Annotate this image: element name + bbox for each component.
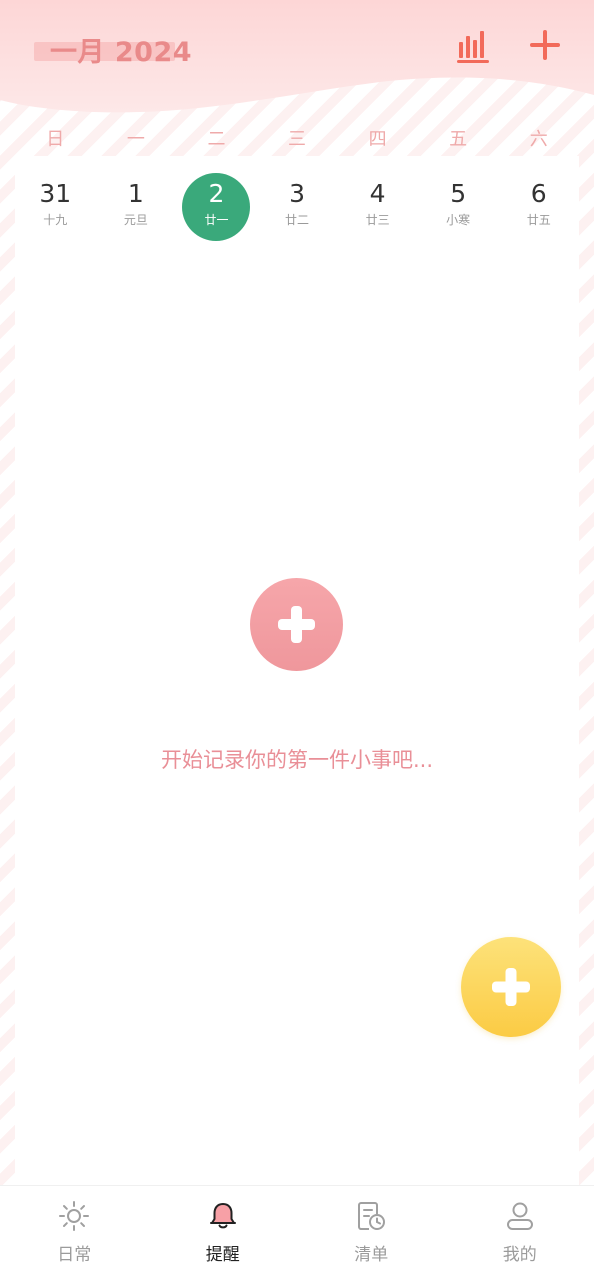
empty-state-add-button[interactable] (250, 578, 343, 671)
plus-icon (490, 966, 532, 1008)
lunar-date: 小寒 (418, 212, 499, 228)
weekday-tue: 二 (176, 125, 257, 155)
date-cell[interactable]: 3 廿二 (257, 174, 338, 244)
date-number: 3 (257, 176, 338, 212)
sun-icon (58, 1200, 90, 1232)
add-icon[interactable] (527, 28, 563, 62)
list-clock-icon (355, 1200, 387, 1232)
weekday-header: 日 一 二 三 四 五 六 (15, 125, 579, 155)
floating-add-button[interactable] (461, 937, 561, 1037)
weekday-wed: 三 (257, 125, 338, 155)
date-number: 4 (337, 176, 418, 212)
user-icon (504, 1200, 536, 1232)
tab-label: 我的 (446, 1240, 594, 1265)
weekday-thu: 四 (337, 125, 418, 155)
date-cell[interactable]: 31 十九 (15, 174, 96, 244)
plus-icon (276, 604, 317, 645)
header: 一月 2024 (0, 0, 594, 120)
lunar-date: 廿二 (257, 212, 338, 228)
date-cell[interactable]: 5 小寒 (418, 174, 499, 244)
lunar-date: 廿三 (337, 212, 418, 228)
lunar-date: 廿五 (498, 212, 579, 228)
date-number: 31 (15, 176, 96, 212)
tab-mine[interactable]: 我的 (446, 1186, 594, 1281)
tab-label: 提醒 (149, 1240, 298, 1265)
date-number: 6 (498, 176, 579, 212)
tab-reminder[interactable]: 提醒 (149, 1186, 298, 1281)
week-dates: 31 十九 1 元旦 2 廿一 3 廿二 4 廿三 5 小寒 6 廿五 (15, 174, 579, 244)
bar-chart-icon[interactable] (456, 28, 490, 64)
tab-label: 清单 (297, 1240, 446, 1265)
date-number: 5 (418, 176, 499, 212)
bottom-tab-bar: 日常 提醒 清单 我的 (0, 1185, 594, 1281)
weekday-fri: 五 (418, 125, 499, 155)
weekday-mon: 一 (96, 125, 177, 155)
tab-daily[interactable]: 日常 (0, 1186, 149, 1281)
weekday-sun: 日 (15, 125, 96, 155)
date-cell-selected[interactable]: 2 廿一 (176, 174, 257, 244)
lunar-date: 元旦 (96, 212, 177, 228)
weekday-sat: 六 (498, 125, 579, 155)
lunar-date: 廿一 (176, 212, 257, 228)
date-cell[interactable]: 4 廿三 (337, 174, 418, 244)
lunar-date: 十九 (15, 212, 96, 228)
empty-state-message: 开始记录你的第一件小事吧... (15, 744, 579, 774)
tab-label: 日常 (0, 1240, 149, 1265)
date-number: 1 (96, 176, 177, 212)
date-number: 2 (176, 176, 257, 212)
month-title[interactable]: 一月 2024 (50, 30, 192, 69)
date-cell[interactable]: 6 廿五 (498, 174, 579, 244)
date-cell[interactable]: 1 元旦 (96, 174, 177, 244)
bell-icon (207, 1200, 239, 1232)
tab-checklist[interactable]: 清单 (297, 1186, 446, 1281)
